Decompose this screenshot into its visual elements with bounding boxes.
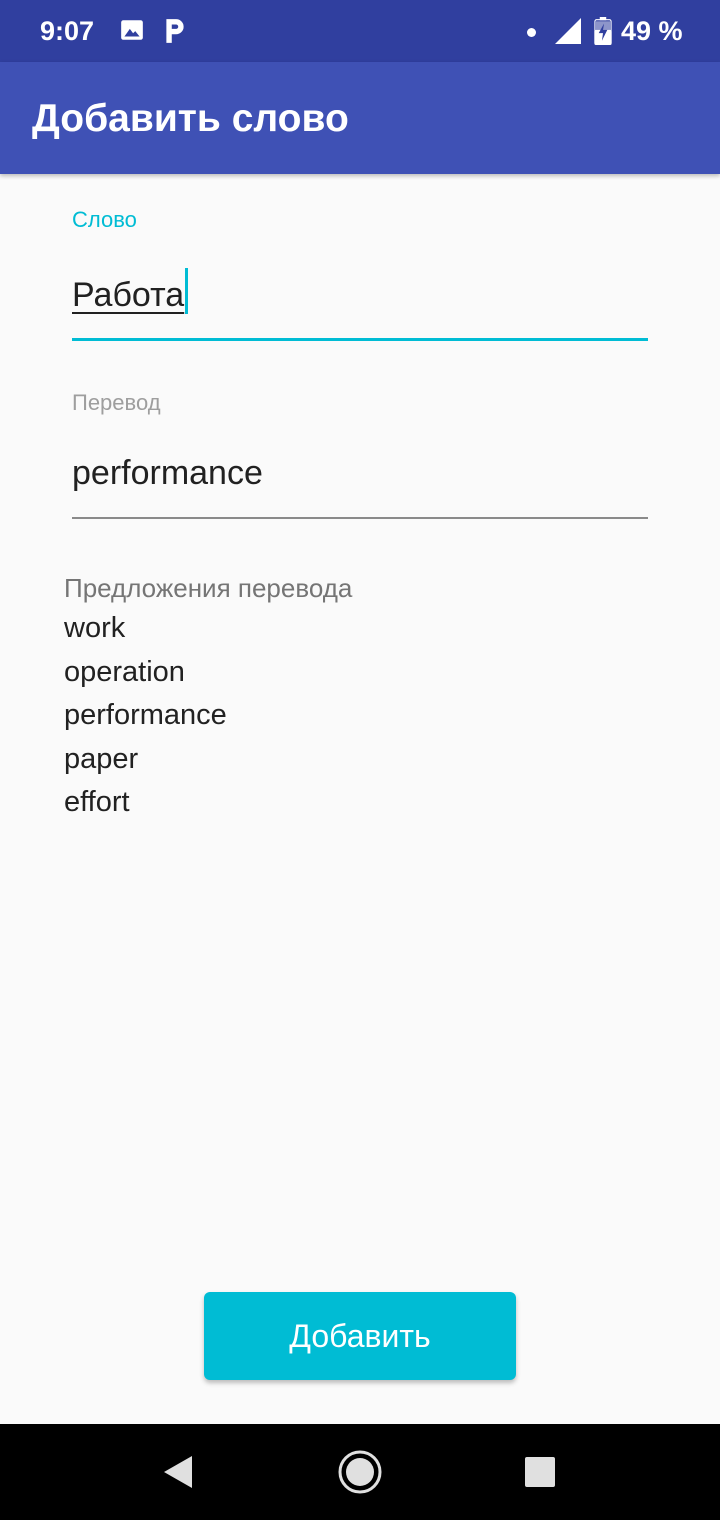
translation-input-underline xyxy=(72,517,648,519)
back-icon[interactable] xyxy=(160,1454,196,1494)
add-button[interactable]: Добавить xyxy=(204,1292,516,1380)
suggestion-item[interactable]: work xyxy=(64,607,227,651)
parking-icon xyxy=(162,17,188,49)
page-title: Добавить слово xyxy=(32,97,349,140)
suggestion-item[interactable]: effort xyxy=(64,781,227,825)
navigation-bar xyxy=(0,1424,720,1520)
word-input-underline xyxy=(72,338,648,341)
signal-icon xyxy=(555,18,581,48)
translation-field-label: Перевод xyxy=(72,390,161,415)
recents-icon[interactable] xyxy=(524,1456,556,1492)
translation-input[interactable]: performance xyxy=(72,451,648,495)
suggestion-item[interactable]: paper xyxy=(64,738,227,782)
suggestion-item[interactable]: operation xyxy=(64,651,227,695)
battery-percentage: 49 % xyxy=(621,16,683,46)
status-bar: 9:07 49 % xyxy=(0,0,720,62)
word-field-label: Слово xyxy=(72,207,137,232)
status-time: 9:07 xyxy=(40,16,95,46)
battery-charging-icon xyxy=(594,17,612,49)
home-icon[interactable] xyxy=(337,1449,383,1499)
suggestions-header: Предложения перевода xyxy=(64,573,353,603)
image-icon xyxy=(119,17,145,47)
suggestions-list: work operation performance paper effort xyxy=(64,607,227,825)
app-bar: Добавить слово xyxy=(0,62,720,174)
notification-dot-icon xyxy=(527,28,536,37)
text-cursor xyxy=(185,268,189,314)
translation-input-value: performance xyxy=(72,454,263,492)
word-input-value: Работа xyxy=(72,276,185,314)
word-input[interactable]: Работа xyxy=(72,268,648,317)
suggestion-item[interactable]: performance xyxy=(64,694,227,738)
